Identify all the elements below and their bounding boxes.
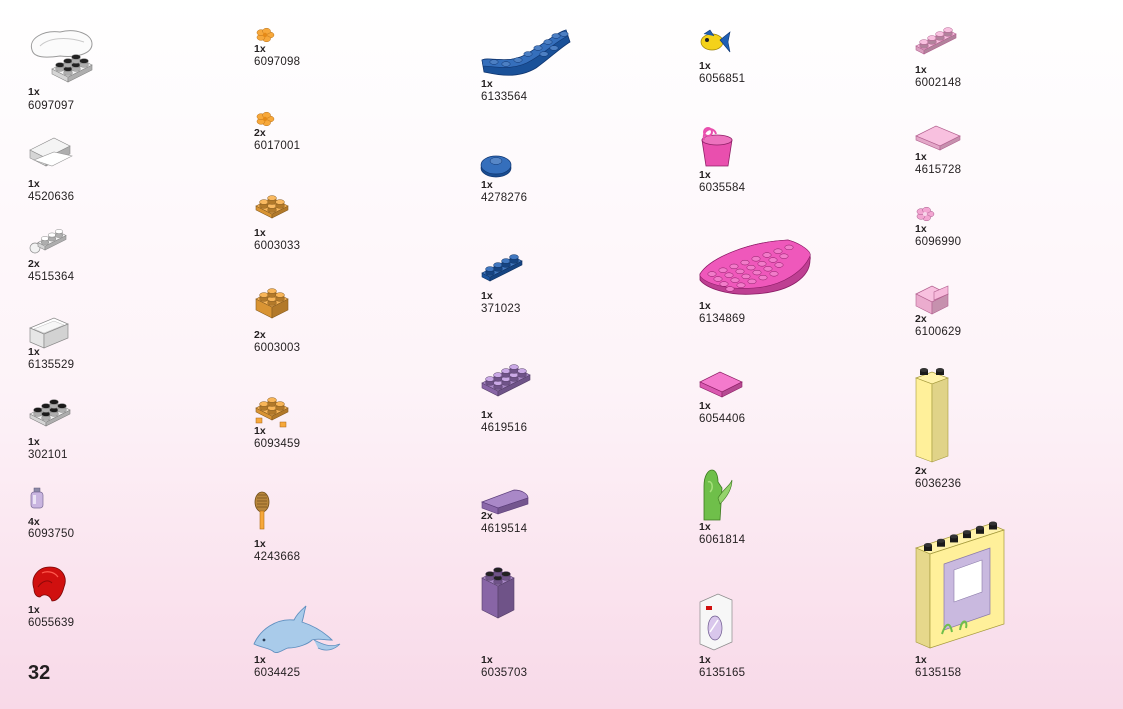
part-quantity: 1x <box>254 654 266 666</box>
part-quantity: 1x <box>254 425 266 437</box>
part-id: 6097097 <box>28 100 75 112</box>
purple-box-icon <box>480 567 518 622</box>
magenta-half-round-plate-icon <box>698 236 814 300</box>
part-quantity: 2x <box>28 258 40 270</box>
blue-round-plate-icon <box>480 152 514 180</box>
part-quantity: 1x <box>699 60 711 72</box>
white-plate-icon <box>28 399 74 430</box>
part-id: 6003003 <box>254 342 301 354</box>
part-id: 6100629 <box>915 326 962 338</box>
part-id: 6055639 <box>28 617 75 629</box>
part-id: 371023 <box>481 303 521 315</box>
part-id: 6054406 <box>699 413 746 425</box>
hairbrush-icon <box>254 491 270 532</box>
part-quantity: 1x <box>481 78 493 90</box>
part-id: 4515364 <box>28 271 75 283</box>
part-quantity: 1x <box>254 538 266 550</box>
part-id: 4619514 <box>481 523 528 535</box>
part-quantity: 1x <box>254 227 266 239</box>
part-id: 4619516 <box>481 422 528 434</box>
part-id: 6035703 <box>481 667 528 679</box>
purple-plate-icon <box>480 364 534 400</box>
mirror-tile-icon <box>698 592 734 652</box>
parts-list-page: 1x 6097097 1x 4520636 2x 4515364 1x 6135529 1x 30… <box>0 0 1123 709</box>
orange-clip-plate-icon <box>254 397 292 428</box>
blue-quarter-round-plate-icon <box>480 26 572 78</box>
part-id: 4278276 <box>481 192 528 204</box>
green-seaweed-icon <box>698 468 734 522</box>
red-hair-icon <box>30 565 70 605</box>
part-id: 6093459 <box>254 438 301 450</box>
pink-bucket-icon <box>698 126 736 170</box>
part-quantity: 1x <box>915 223 927 235</box>
yellow-fish-icon <box>698 28 732 56</box>
part-id: 6061814 <box>699 534 746 546</box>
part-quantity: 2x <box>254 127 266 139</box>
part-quantity: 2x <box>254 329 266 341</box>
orange-flower-icon <box>254 110 276 128</box>
part-quantity: 1x <box>481 290 493 302</box>
page-number: 32 <box>28 662 51 684</box>
part-id: 4243668 <box>254 551 301 563</box>
part-quantity: 1x <box>699 169 711 181</box>
part-id: 6133564 <box>481 91 528 103</box>
part-quantity: 1x <box>699 521 711 533</box>
part-quantity: 1x <box>481 179 493 191</box>
lavender-bottle-icon <box>28 487 46 510</box>
part-quantity: 1x <box>28 178 40 190</box>
part-quantity: 1x <box>915 654 927 666</box>
white-shell-plate-icon <box>26 28 100 92</box>
dolphin-icon <box>252 604 344 656</box>
part-quantity: 2x <box>481 510 493 522</box>
pink-flower-icon <box>914 206 936 222</box>
part-quantity: 1x <box>915 151 927 163</box>
white-drawer-icon <box>28 137 84 180</box>
part-quantity: 1x <box>481 654 493 666</box>
part-id: 4615728 <box>915 164 962 176</box>
part-quantity: 1x <box>28 346 40 358</box>
part-id: 6135158 <box>915 667 962 679</box>
part-id: 6035584 <box>699 182 746 194</box>
part-id: 6093750 <box>28 528 75 540</box>
pink-tile-icon <box>698 370 744 400</box>
pink-chair-icon <box>914 284 950 316</box>
part-id: 6034425 <box>254 667 301 679</box>
orange-plate-icon <box>254 195 292 222</box>
light-pink-tile-icon <box>914 124 962 152</box>
part-id: 6003033 <box>254 240 301 252</box>
part-id: 302101 <box>28 449 68 461</box>
part-quantity: 1x <box>481 409 493 421</box>
yellow-column-icon <box>914 368 950 466</box>
part-quantity: 1x <box>254 43 266 55</box>
orange-brick-icon <box>254 288 292 322</box>
part-id: 4520636 <box>28 191 75 203</box>
blue-plate-icon <box>480 254 526 285</box>
orange-flower-icon <box>254 26 276 44</box>
part-id: 6036236 <box>915 478 962 490</box>
part-quantity: 1x <box>699 654 711 666</box>
part-quantity: 1x <box>915 64 927 76</box>
part-id: 6096990 <box>915 236 962 248</box>
part-quantity: 1x <box>699 300 711 312</box>
part-id: 6097098 <box>254 56 301 68</box>
part-id: 6135165 <box>699 667 746 679</box>
part-id: 6017001 <box>254 140 301 152</box>
part-id: 6135529 <box>28 359 75 371</box>
part-quantity: 1x <box>28 604 40 616</box>
part-quantity: 1x <box>699 400 711 412</box>
yellow-window-panel-icon <box>914 521 1006 650</box>
part-id: 6002148 <box>915 77 962 89</box>
part-quantity: 4x <box>28 516 40 528</box>
part-quantity: 1x <box>28 436 40 448</box>
part-quantity: 1x <box>28 86 40 98</box>
light-pink-plate-icon <box>914 27 960 58</box>
white-bar-holder-icon <box>28 229 84 260</box>
part-quantity: 2x <box>915 313 927 325</box>
part-id: 6056851 <box>699 73 746 85</box>
part-quantity: 2x <box>915 465 927 477</box>
part-id: 6134869 <box>699 313 746 325</box>
